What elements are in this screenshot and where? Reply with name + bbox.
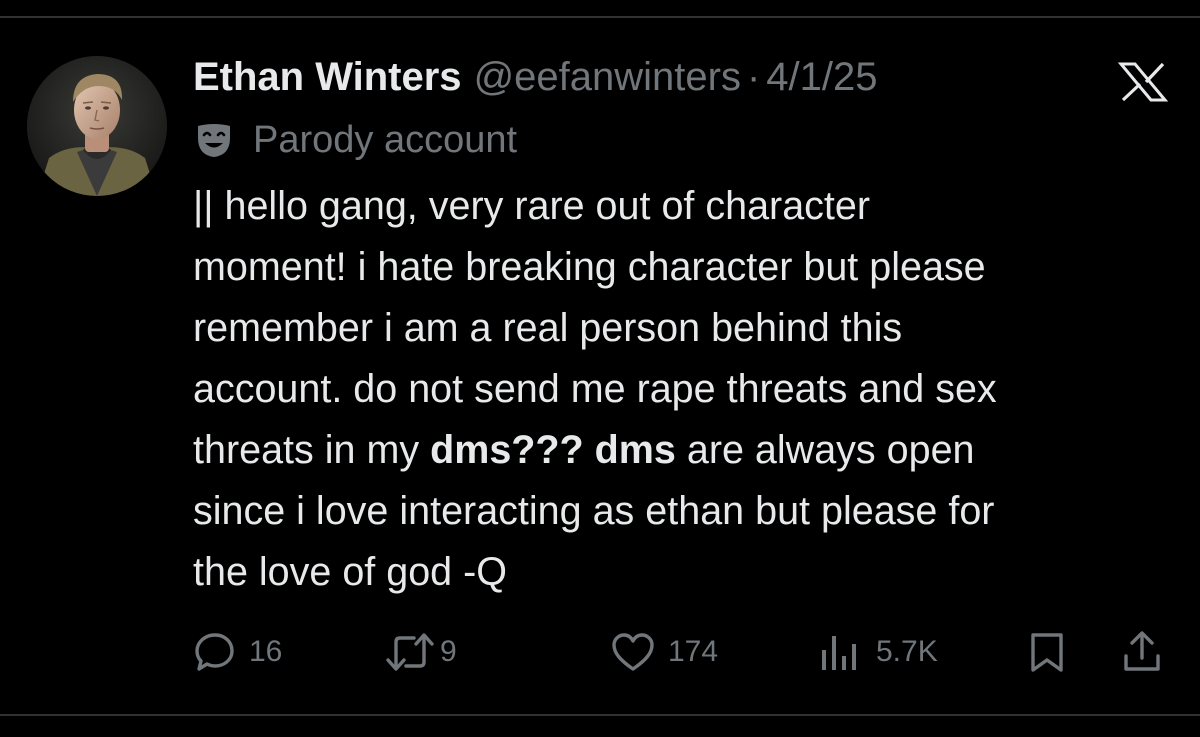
text-segment: || hello gang, very rare out of characte… [193,184,871,228]
text-segment: the love of god -Q [193,550,507,594]
views-count: 5.7K [876,635,938,668]
action-bar: 16 9 174 5.7K [0,628,1200,676]
bottom-divider [0,714,1200,716]
like-count: 174 [668,635,719,668]
badge-label: Parody account [253,118,518,161]
views-button[interactable]: 5.7K [818,628,938,676]
avatar-photo [27,56,167,196]
tweet-text: || hello gang, very rare out of characte… [193,176,1183,603]
text-segment: are always open [675,428,975,472]
text-segment: account. do not send me rape threats and… [193,367,997,411]
text-segment: moment! i hate breaking character but pl… [193,245,986,289]
heart-icon [612,633,654,671]
tweet-line: remember i am a real person behind this [193,298,1183,359]
tweet-date[interactable]: 4/1/25 [766,52,877,102]
text-segment: remember i am a real person behind this [193,306,903,350]
top-divider [0,16,1200,18]
tweet-line: || hello gang, very rare out of characte… [193,176,1183,237]
tweet-line: threats in my dms??? dms are always open [193,420,1183,481]
text-segment: since i love interacting as ethan but pl… [193,489,995,533]
reply-count: 16 [249,635,283,668]
tweet-line: since i love interacting as ethan but pl… [193,481,1183,542]
display-name[interactable]: Ethan Winters [193,52,462,102]
repost-icon [386,633,434,671]
text-segment [584,428,595,472]
share-button[interactable] [1120,628,1164,676]
tweet-line: moment! i hate breaking character but pl… [193,237,1183,298]
like-button[interactable]: 174 [610,628,718,676]
parody-mask-icon [198,124,230,157]
repost-count: 9 [440,635,457,668]
text-segment: threats in my [193,428,431,472]
share-icon [1124,631,1160,671]
tweet-line: account. do not send me rape threats and… [193,359,1183,420]
x-logo-icon [1117,62,1169,102]
views-icon [822,636,856,670]
repost-button[interactable]: 9 [384,628,457,676]
tweet-header: Ethan Winters @eefanwinters · 4/1/25 [193,52,878,102]
tweet-line: the love of god -Q [193,542,1183,603]
separator-dot: · [746,55,761,99]
bold-text: dms??? [430,428,584,472]
bookmark-button[interactable] [1025,628,1069,676]
avatar[interactable] [27,56,167,196]
bold-text: dms [594,428,676,472]
user-handle[interactable]: @eefanwinters [474,52,741,102]
parody-badge: Parody account [193,116,517,164]
reply-icon [195,633,234,671]
reply-button[interactable]: 16 [193,628,282,676]
bookmark-icon [1031,633,1063,672]
